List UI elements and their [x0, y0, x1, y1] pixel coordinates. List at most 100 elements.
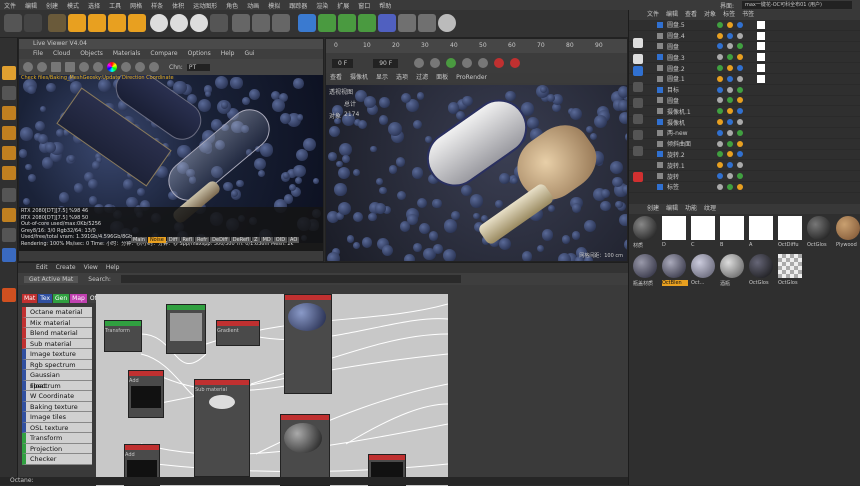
live-viewer-menu-item[interactable]: Objects — [80, 49, 103, 59]
tag-icon[interactable] — [717, 162, 723, 169]
side-btn-6-icon[interactable] — [633, 114, 643, 124]
region-icon[interactable] — [121, 62, 131, 72]
redo-icon[interactable] — [24, 14, 42, 32]
menu-item[interactable]: 渲染 — [316, 1, 328, 10]
mode-tab[interactable]: DeRefl — [230, 237, 252, 243]
tag-icon[interactable] — [727, 86, 733, 93]
goto-end-icon[interactable] — [478, 58, 489, 68]
material-tag[interactable] — [757, 20, 765, 29]
tag-icon[interactable] — [737, 162, 743, 169]
node-editor-menu-item[interactable]: Help — [106, 263, 120, 273]
tool-model-icon[interactable] — [2, 66, 16, 80]
tool-checker-icon[interactable] — [2, 86, 16, 100]
material-tag[interactable] — [757, 42, 765, 51]
keyframe-icon[interactable] — [510, 58, 521, 68]
tag-icon[interactable] — [737, 54, 743, 61]
node-list-item[interactable]: W Coordinate — [22, 391, 92, 402]
object-row[interactable]: 圆盘 — [629, 96, 860, 107]
tag-icon[interactable] — [737, 151, 743, 158]
restart-icon[interactable] — [37, 62, 47, 72]
tag-icon[interactable] — [727, 97, 733, 104]
tag-icon[interactable] — [717, 129, 723, 136]
x-axis-icon[interactable] — [150, 14, 168, 32]
side-btn-9-icon[interactable] — [633, 172, 643, 182]
menu-item[interactable]: 创建 — [46, 1, 58, 10]
tag-icon[interactable] — [737, 65, 743, 72]
node-editor-menu-item[interactable]: Edit — [36, 263, 48, 273]
live-viewer-menu-item[interactable]: Materials — [113, 49, 141, 59]
object-row[interactable]: 旋转.2 — [629, 150, 860, 161]
scale-icon[interactable] — [88, 14, 106, 32]
category-tab[interactable]: Tex — [38, 294, 53, 303]
object-row[interactable]: 两-new — [629, 128, 860, 139]
move-icon[interactable] — [68, 14, 86, 32]
side-btn-4-icon[interactable] — [633, 82, 643, 92]
tag-icon[interactable] — [737, 75, 743, 82]
menu-item[interactable]: 样条 — [151, 1, 163, 10]
materials-menu-item[interactable]: 功能 — [685, 204, 697, 214]
mode-tab[interactable]: Z — [252, 237, 260, 243]
node-editor-menu-item[interactable]: View — [84, 263, 98, 273]
menu-item[interactable]: 动画 — [247, 1, 259, 10]
node-editor-menu-item[interactable]: Create — [56, 263, 76, 273]
menu-item[interactable]: 角色 — [226, 1, 238, 10]
tool-uv-icon[interactable] — [2, 166, 16, 180]
tag-icon[interactable] — [717, 54, 723, 61]
category-tab[interactable]: Map — [70, 294, 87, 303]
mode-tab[interactable]: OID — [273, 237, 288, 243]
live-viewer-menu-item[interactable]: Gui — [244, 49, 254, 59]
node-list-item[interactable]: Image tiles — [22, 412, 92, 423]
viewport-menu-item[interactable]: 显示 — [376, 73, 388, 83]
tag-icon[interactable] — [727, 108, 733, 115]
side-btn-2-icon[interactable] — [633, 54, 643, 64]
material-tag[interactable] — [757, 31, 765, 40]
live-viewer-menu-item[interactable]: Compare — [150, 49, 177, 59]
tag-icon[interactable] — [727, 119, 733, 126]
node-list-item[interactable]: Transform — [22, 433, 92, 444]
deformer-icon[interactable] — [378, 14, 396, 32]
tag-icon[interactable] — [717, 140, 723, 147]
object-row[interactable]: 圆盘 — [629, 42, 860, 53]
stop-icon[interactable] — [65, 62, 75, 72]
render-region-icon[interactable] — [232, 14, 250, 32]
material-swatch[interactable] — [691, 254, 715, 278]
gradient-node[interactable]: Gradient — [216, 320, 260, 346]
tag-icon[interactable] — [727, 75, 733, 82]
channel-select[interactable]: PT — [186, 63, 211, 71]
viewport-menu-item[interactable]: 查看 — [330, 73, 342, 83]
side-btn-3-icon[interactable] — [633, 66, 643, 76]
material-tag[interactable] — [757, 74, 765, 83]
goto-start-icon[interactable] — [414, 58, 425, 68]
material-swatch[interactable] — [749, 216, 773, 240]
tag-icon[interactable] — [727, 54, 733, 61]
tag-icon[interactable] — [717, 183, 723, 190]
live-viewer-menu-item[interactable]: Help — [221, 49, 235, 59]
material-swatch[interactable] — [691, 216, 715, 240]
transform-icon[interactable] — [128, 14, 146, 32]
category-tab[interactable]: Gen — [53, 294, 70, 303]
y-axis-icon[interactable] — [170, 14, 188, 32]
material-node-2[interactable] — [280, 414, 330, 486]
tag-icon[interactable] — [737, 140, 743, 147]
menu-item[interactable]: 扩展 — [337, 1, 349, 10]
menu-item[interactable]: 编辑 — [25, 1, 37, 10]
tag-icon[interactable] — [727, 43, 733, 50]
menu-item[interactable]: 窗口 — [358, 1, 370, 10]
scene-icon[interactable] — [398, 14, 416, 32]
material-tag[interactable] — [757, 64, 765, 73]
menu-item[interactable]: 体积 — [172, 1, 184, 10]
mode-tab[interactable]: Refl — [180, 237, 194, 243]
node-list-item[interactable]: Gaussian spectrum — [22, 370, 92, 390]
tag-icon[interactable] — [717, 119, 723, 126]
z-axis-icon[interactable] — [190, 14, 208, 32]
pause-icon[interactable] — [51, 62, 61, 72]
object-row[interactable]: 圆盘.5 — [629, 20, 860, 31]
node-list-item[interactable]: Image texture — [22, 349, 92, 360]
tag-icon[interactable] — [717, 75, 723, 82]
viewport-menu-item[interactable]: 选项 — [396, 73, 408, 83]
object-row[interactable]: 圆盘.3 — [629, 52, 860, 64]
object-row[interactable]: 倾斜曲面 — [629, 139, 860, 150]
tag-icon[interactable] — [727, 140, 733, 147]
material-swatch[interactable] — [720, 216, 744, 240]
objects-menu-item[interactable]: 文件 — [647, 10, 659, 20]
